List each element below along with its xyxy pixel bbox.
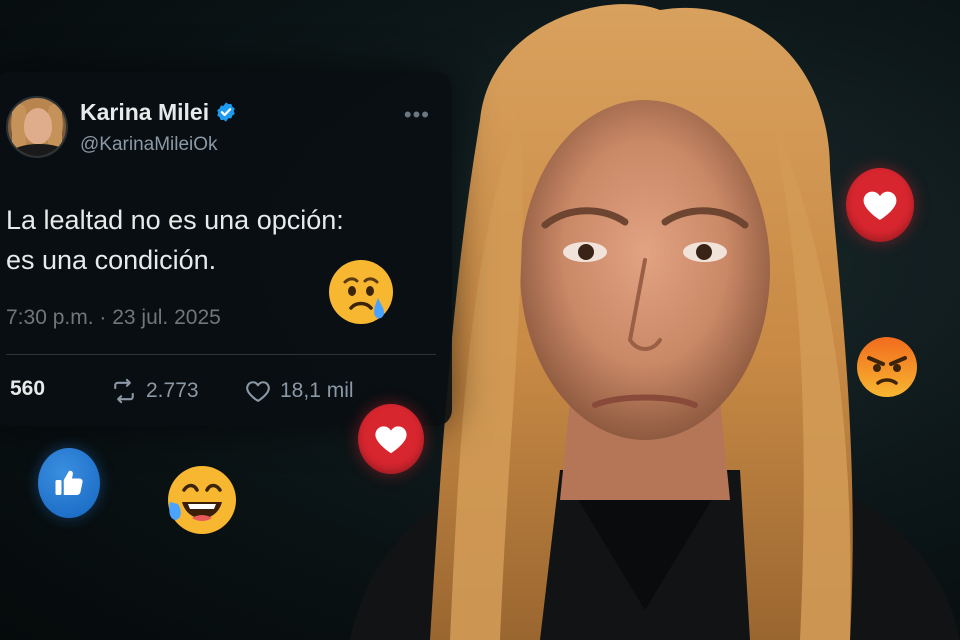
- tweet-card[interactable]: Karina Milei @KarinaMileiOk ••• La lealt…: [0, 72, 452, 426]
- heart-icon: [863, 191, 897, 220]
- verified-badge-icon: [217, 102, 235, 122]
- replies-value: 560: [10, 377, 46, 400]
- thumbs-up-reaction: [38, 448, 100, 518]
- thumbs-up-icon: [55, 470, 83, 495]
- angry-face-emoji: [856, 334, 918, 400]
- author-name[interactable]: Karina Milei: [80, 99, 209, 126]
- author-info: Karina Milei @KarinaMileiOk: [80, 99, 237, 156]
- avatar[interactable]: [6, 96, 68, 158]
- tweet-timestamp[interactable]: 7:30 p.m. · 23 jul. 2025: [6, 306, 221, 330]
- tweet-header: Karina Milei @KarinaMileiOk: [6, 96, 237, 158]
- heart-reaction: [846, 168, 914, 242]
- heart-icon: [375, 426, 407, 454]
- crying-face-emoji: [328, 258, 394, 330]
- author-handle[interactable]: @KarinaMileiOk: [80, 134, 237, 156]
- heart-reaction: [358, 404, 424, 474]
- tweet-stats: 560 2.773 18,1 mil: [10, 377, 430, 407]
- tweet-text-line: La lealtad no es una opción:: [6, 205, 344, 235]
- retweet-icon: [114, 378, 134, 404]
- likes-value: 18,1 mil: [280, 379, 354, 402]
- divider: [6, 354, 436, 355]
- heart-outline-icon: [246, 381, 270, 402]
- replies-count[interactable]: 560: [10, 377, 45, 401]
- more-options-icon[interactable]: •••: [404, 104, 430, 126]
- retweet-button[interactable]: 2.773: [110, 377, 199, 405]
- like-button[interactable]: 18,1 mil: [244, 377, 354, 405]
- laughing-tears-emoji: [166, 462, 238, 540]
- retweets-value: 2.773: [146, 379, 199, 402]
